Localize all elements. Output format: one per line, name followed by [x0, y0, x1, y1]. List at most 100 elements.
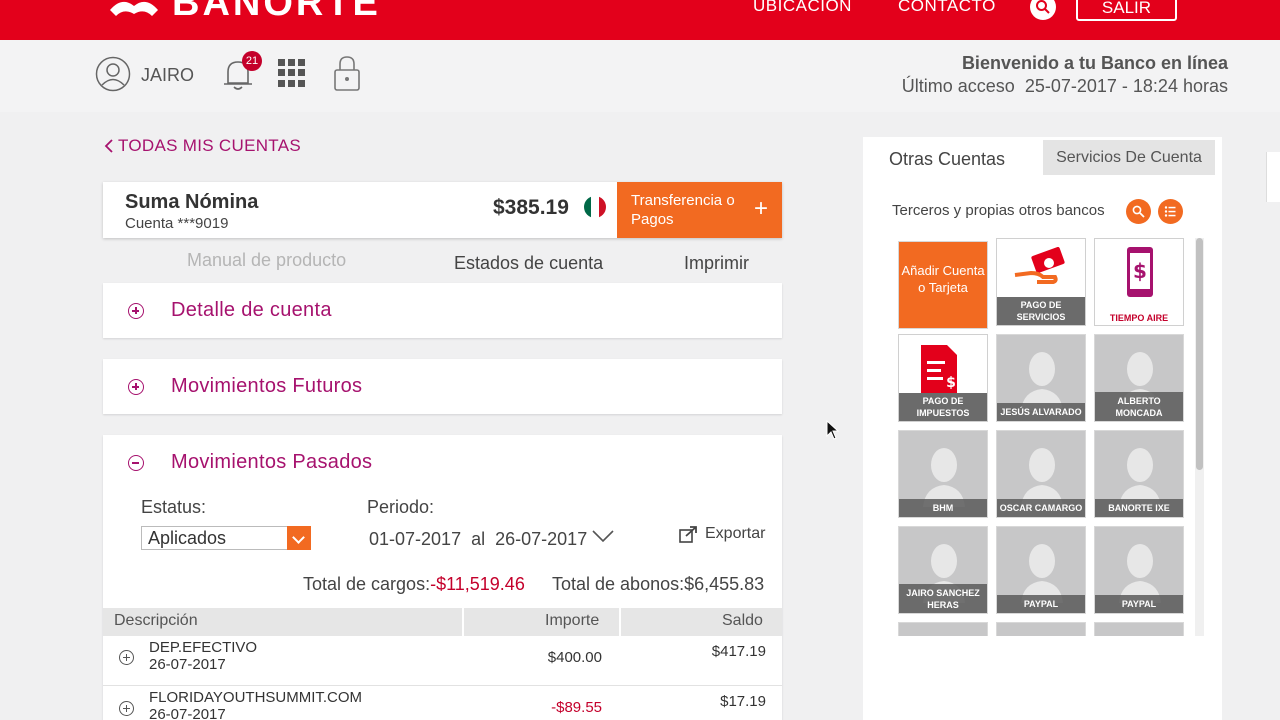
tile-label: BANORTE IXE — [1095, 499, 1183, 517]
transfer-button-label: Transferencia o Pagos — [631, 192, 735, 228]
mexico-flag-icon — [584, 196, 606, 218]
person-placeholder-icon — [1021, 352, 1063, 411]
table-row[interactable]: DEP.EFECTIVO 26-07-2017 $400.00 $417.19 — [103, 636, 782, 686]
tile-label: JAIRO SANCHEZ HERAS — [899, 584, 987, 613]
movements-table-header: Descripción Importe Saldo — [103, 608, 782, 636]
nav-contacto[interactable]: CONTACTO — [898, 0, 996, 16]
money-hand-icon — [1014, 247, 1065, 284]
person-placeholder-icon — [1119, 448, 1161, 507]
total-credits: Total de abonos:$6,455.83 — [552, 574, 764, 595]
contact-tile[interactable]: JESÚS ALVARADO — [996, 334, 1086, 422]
header-amount[interactable]: Importe — [545, 612, 599, 630]
user-avatar-icon[interactable] — [95, 56, 131, 92]
accordion-future-movements[interactable]: Movimientos Futuros — [103, 359, 782, 414]
top-search-button[interactable] — [1030, 0, 1056, 20]
total-charges-label: Total de cargos: — [303, 574, 431, 594]
expand-icon — [128, 303, 144, 319]
tab-account-services[interactable]: Servicios De Cuenta — [1043, 140, 1215, 175]
contact-tile[interactable]: OSCAR CAMARGO — [996, 430, 1086, 518]
contact-tile[interactable]: ALBERTO MONCADA — [1094, 334, 1184, 422]
expand-icon — [128, 379, 144, 395]
row-desc-text: DEP.EFECTIVO — [149, 639, 258, 656]
period-to: 26-07-2017 — [495, 529, 588, 549]
contact-tile[interactable] — [1094, 622, 1184, 636]
export-label: Exportar — [705, 525, 766, 542]
status-label: Estatus: — [141, 497, 207, 517]
user-name[interactable]: JAIRO — [141, 65, 194, 86]
list-view-button[interactable] — [1158, 199, 1183, 224]
transfer-or-payments-button[interactable]: Transferencia o Pagos + — [617, 182, 782, 238]
tile-label: TIEMPO AIRE — [1109, 313, 1169, 323]
account-statements-link[interactable]: Estados de cuenta — [454, 253, 603, 274]
contact-tile[interactable]: PAYPAL — [1094, 526, 1184, 614]
tiles-scrollbar[interactable] — [1195, 238, 1204, 636]
account-balance: $385.19 — [493, 196, 569, 219]
total-credits-label: Total de abonos: — [552, 574, 685, 594]
row-description: FLORIDAYOUTHSUMMIT.COM 26-07-2017 — [149, 689, 362, 720]
row-date: 26-07-2017 — [149, 706, 226, 720]
tax-payment-tile[interactable]: $ PAGO DE IMPUESTOS — [898, 334, 988, 422]
expand-row-icon[interactable] — [119, 650, 134, 665]
export-icon — [679, 526, 697, 543]
accordion-title-detail: Detalle de cuenta — [171, 299, 332, 321]
row-desc-text: FLORIDAYOUTHSUMMIT.COM — [149, 689, 363, 706]
banorte-logo-text: BANORTE — [172, 0, 381, 24]
banorte-logo[interactable]: BANORTE — [108, 0, 381, 24]
person-placeholder-icon — [923, 448, 965, 507]
total-charges-value: -$11,519.46 — [430, 574, 525, 594]
search-icon — [1132, 205, 1145, 218]
tile-label: PAYPAL — [997, 595, 1085, 613]
expand-row-icon[interactable] — [119, 701, 134, 716]
contact-tile[interactable]: PAYPAL — [996, 526, 1086, 614]
phone-dollar-icon: $ — [1127, 247, 1153, 297]
airtime-tile[interactable]: $ TIEMPO AIRE — [1094, 238, 1184, 326]
contact-tile[interactable] — [996, 622, 1086, 636]
add-account-label: Añadir Cuenta o Tarjeta — [901, 263, 985, 295]
header-balance[interactable]: Saldo — [722, 612, 763, 630]
contact-tile[interactable]: JAIRO SANCHEZ HERAS — [898, 526, 988, 614]
logout-button[interactable]: SALIR — [1076, 0, 1177, 21]
period-label: Periodo: — [367, 497, 435, 517]
apps-grid-icon[interactable] — [278, 59, 306, 87]
period-range[interactable]: 01-07-2017 al 26-07-2017 — [369, 529, 587, 550]
third-party-title: Terceros y propias otros bancos — [892, 202, 1105, 219]
chevron-down-icon[interactable] — [287, 526, 311, 550]
tile-label: PAGO DE SERVICIOS — [997, 297, 1085, 325]
banorte-logo-icon — [110, 1, 158, 16]
row-amount: $400.00 — [547, 649, 602, 666]
status-select[interactable]: Aplicados — [141, 526, 311, 550]
accordion-account-detail[interactable]: Detalle de cuenta — [103, 283, 782, 338]
export-button[interactable]: Exportar — [679, 525, 765, 543]
add-account-tile[interactable]: Añadir Cuenta o Tarjeta — [898, 241, 988, 329]
row-balance: $17.19 — [720, 693, 766, 710]
header-description[interactable]: Descripción — [114, 612, 198, 630]
list-icon — [1164, 206, 1176, 217]
table-row[interactable]: FLORIDAYOUTHSUMMIT.COM 26-07-2017 -$89.5… — [103, 687, 782, 720]
contact-tile[interactable] — [898, 622, 988, 636]
tab-other-accounts[interactable]: Otras Cuentas — [863, 137, 1043, 177]
product-manual-link[interactable]: Manual de producto — [187, 250, 346, 271]
print-link[interactable]: Imprimir — [684, 253, 749, 274]
last-access-value: 25-07-2017 - 18:24 horas — [1024, 76, 1228, 96]
account-name: Suma Nómina — [125, 191, 259, 213]
lock-icon[interactable] — [333, 54, 361, 92]
period-separator: al — [471, 529, 486, 549]
page-scrollbar[interactable] — [1266, 152, 1280, 202]
period-dropdown-icon[interactable] — [591, 527, 615, 545]
contact-tile[interactable]: BANORTE IXE — [1094, 430, 1184, 518]
welcome-title: Bienvenido a tu Banco en línea — [961, 53, 1228, 73]
back-to-all-accounts-link[interactable]: TODAS MIS CUENTAS — [104, 136, 301, 156]
top-bar: BANORTE UBICACIÓN CONTACTO SALIR — [0, 0, 1280, 40]
nav-ubicacion[interactable]: UBICACIÓN — [753, 0, 852, 16]
service-payment-tile[interactable]: PAGO DE SERVICIOS — [996, 238, 1086, 326]
accounts-tile-grid: Añadir Cuenta o Tarjeta PAGO DE SERVICIO… — [898, 238, 1188, 636]
contact-tile[interactable]: BHM — [898, 430, 988, 518]
row-date: 26-07-2017 — [149, 656, 226, 673]
account-number: Cuenta ***9019 — [125, 215, 229, 232]
tiles-scrollbar-thumb[interactable] — [1196, 238, 1203, 470]
tile-label: JESÚS ALVARADO — [997, 403, 1085, 421]
row-description: DEP.EFECTIVO 26-07-2017 — [149, 639, 257, 673]
notification-badge: 21 — [242, 51, 262, 71]
search-accounts-button[interactable] — [1126, 199, 1151, 224]
collapse-icon — [128, 455, 144, 471]
